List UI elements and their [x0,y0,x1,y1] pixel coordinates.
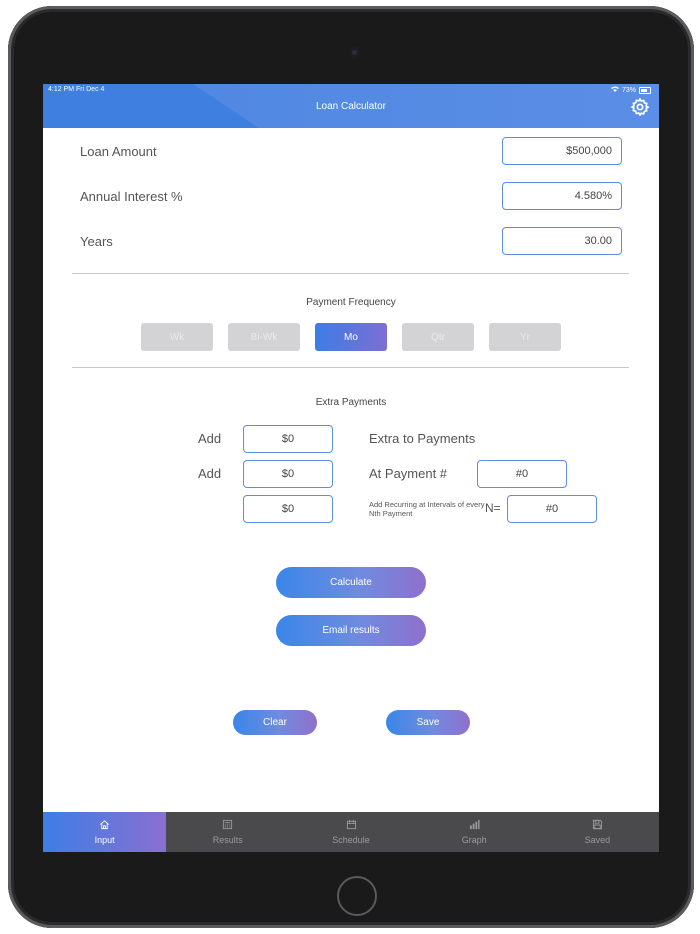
extra-to-payments-label: Extra to Payments [369,431,476,446]
home-button[interactable] [337,876,377,916]
tab-graph[interactable]: Graph [413,812,536,852]
tab-label: Results [212,835,243,845]
at-payment-label: At Payment # [369,466,448,481]
page-title: Loan Calculator [315,101,387,112]
at-payment-field[interactable]: #0 [477,460,567,488]
battery-percent: 73% [621,86,636,94]
loan-amount-field[interactable]: $500,000 [502,137,622,165]
wifi-icon [610,86,619,94]
calendar-icon [346,819,357,832]
tab-input[interactable]: Input [43,812,167,852]
divider [72,367,629,368]
lump-sum-field[interactable]: $0 [243,460,333,488]
save-button[interactable]: Save [386,710,470,735]
years-label: Years [80,234,113,249]
tab-saved[interactable]: Saved [536,812,659,852]
calculate-button[interactable]: Calculate [276,567,426,598]
tab-label: Input [94,835,115,845]
freq-weekly-button[interactable]: Wk [141,323,213,351]
clear-button[interactable]: Clear [233,710,317,735]
app-screen: 4:12 PM Fri Dec 4 73% Loan Calculator Lo… [43,84,659,852]
interest-field[interactable]: 4.580% [502,182,622,210]
extra-payment-field[interactable]: $0 [243,425,333,453]
home-icon [99,819,110,832]
tab-label: Schedule [332,835,370,845]
app-header: 4:12 PM Fri Dec 4 73% Loan Calculator [43,84,659,128]
freq-monthly-button[interactable]: Mo [315,323,387,351]
freq-biweekly-button[interactable]: Bi-Wk [228,323,300,351]
status-right: 73% [610,86,651,94]
battery-icon [639,86,651,94]
add-label-1: Add [198,431,222,446]
n-equals-label: N= [485,501,501,515]
recurring-note: Add Recurring at Intervals of every Nth … [369,500,485,518]
divider [72,273,629,274]
tab-results[interactable]: Results [166,812,289,852]
payment-frequency-title: Payment Frequency [306,297,396,308]
email-results-button[interactable]: Email results [276,615,426,646]
interval-n-field[interactable]: #0 [507,495,597,523]
status-time: 4:12 PM Fri Dec 4 [48,86,105,93]
tab-label: Graph [461,835,487,845]
front-camera [349,47,360,58]
bar-chart-icon [469,819,480,832]
floppy-disk-icon [592,819,603,832]
bottom-tab-bar: Input Results Schedule Graph Saved [43,812,659,852]
tab-label: Saved [584,835,611,845]
years-field[interactable]: 30.00 [502,227,622,255]
calculator-icon [222,819,233,832]
interest-label: Annual Interest % [80,189,183,204]
freq-quarterly-button[interactable]: Qtr [402,323,474,351]
add-label-2: Add [198,466,222,481]
recurring-amount-field[interactable]: $0 [243,495,333,523]
loan-amount-label: Loan Amount [80,144,157,159]
tab-schedule[interactable]: Schedule [289,812,412,852]
settings-gear-icon[interactable] [630,97,650,117]
freq-yearly-button[interactable]: Yr [489,323,561,351]
extra-payments-title: Extra Payments [315,397,387,408]
